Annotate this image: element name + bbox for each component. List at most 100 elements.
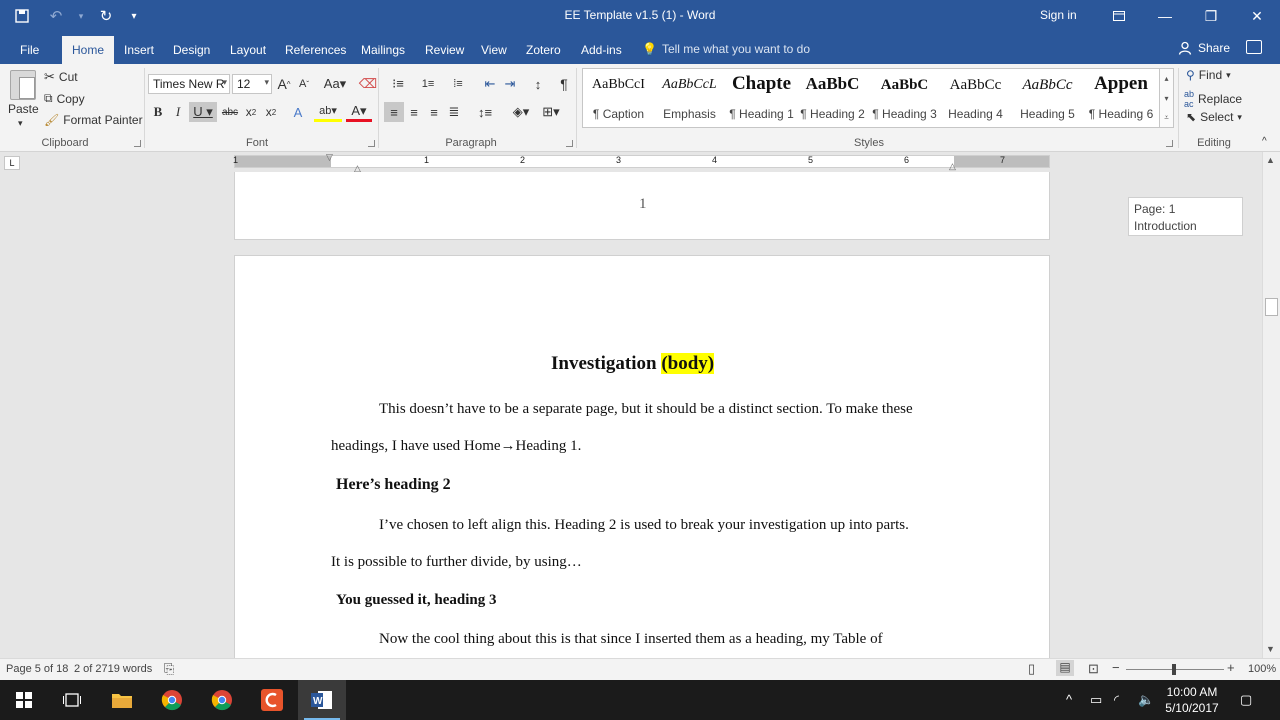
tab-view[interactable]: View: [481, 36, 507, 64]
minimize-icon[interactable]: —: [1142, 0, 1188, 32]
tell-me-box[interactable]: 💡 Tell me what you want to do: [642, 42, 810, 56]
scroll-down-icon[interactable]: ▼: [1266, 644, 1275, 654]
paragraph-launcher-icon[interactable]: [566, 140, 573, 147]
style-caption[interactable]: AaBbCcI ¶ Caption: [583, 69, 654, 127]
align-left-icon[interactable]: ≡: [384, 102, 404, 122]
strikethrough-icon[interactable]: abc: [220, 102, 240, 122]
scrollbar-thumb[interactable]: [1265, 298, 1278, 316]
share-button[interactable]: Share: [1178, 41, 1230, 55]
increase-indent-icon[interactable]: ⇥: [500, 74, 520, 94]
justify-icon[interactable]: ≣: [444, 102, 464, 122]
zoom-slider-thumb[interactable]: [1172, 664, 1176, 675]
task-view-icon[interactable]: [48, 680, 96, 720]
read-mode-icon[interactable]: ▯: [1028, 661, 1035, 677]
paste-icon[interactable]: [10, 70, 36, 100]
bold-icon[interactable]: B: [148, 102, 168, 122]
show-hidden-icons-icon[interactable]: ^: [1066, 692, 1072, 707]
tab-selector-icon[interactable]: L: [4, 156, 20, 170]
style-heading-3[interactable]: AaBbC ¶ Heading 3: [869, 69, 940, 127]
decrease-indent-icon[interactable]: ⇤: [480, 74, 500, 94]
shading-icon[interactable]: ◈▾: [508, 102, 534, 122]
tab-home[interactable]: Home: [62, 36, 115, 64]
tab-review[interactable]: Review: [425, 36, 464, 64]
chrome-icon[interactable]: [148, 680, 196, 720]
page-count[interactable]: Page 5 of 18: [6, 663, 68, 675]
bullets-icon[interactable]: ⁝≡: [384, 74, 412, 94]
tab-references[interactable]: References: [285, 36, 346, 64]
sort-icon[interactable]: ↕: [528, 74, 548, 94]
clipboard-launcher-icon[interactable]: [134, 140, 141, 147]
styles-launcher-icon[interactable]: [1166, 140, 1173, 147]
underline-icon[interactable]: U ▾: [189, 102, 217, 122]
battery-icon[interactable]: ▭: [1090, 692, 1102, 708]
paste-button[interactable]: Paste: [8, 102, 39, 116]
tab-add-ins[interactable]: Add-ins: [581, 36, 622, 64]
chevron-down-icon[interactable]: ▾: [1160, 89, 1173, 109]
style-heading-6[interactable]: Appen ¶ Heading 6: [1083, 69, 1159, 127]
shrink-font-icon[interactable]: Aˇ: [294, 74, 314, 94]
numbering-icon[interactable]: 1≡: [414, 74, 442, 94]
change-case-icon[interactable]: Aa▾: [322, 74, 348, 94]
style-heading-5[interactable]: AaBbCc Heading 5: [1012, 69, 1083, 127]
clear-formatting-icon[interactable]: ⌫: [358, 74, 378, 94]
print-layout-icon[interactable]: ▤: [1056, 660, 1074, 676]
subscript-icon[interactable]: x2: [241, 102, 261, 122]
font-launcher-icon[interactable]: [368, 140, 375, 147]
word-count[interactable]: 2 of 2719 words: [74, 663, 152, 675]
find-button[interactable]: ⚲ Find ▾: [1186, 68, 1231, 82]
tab-layout[interactable]: Layout: [230, 36, 266, 64]
paste-dropdown-icon[interactable]: ▾: [18, 118, 23, 129]
web-layout-icon[interactable]: ⊡: [1088, 661, 1099, 677]
camtasia-icon[interactable]: [248, 680, 296, 720]
font-family-combo[interactable]: Times New R ▾: [148, 74, 230, 94]
word-app-icon[interactable]: W: [298, 680, 346, 720]
zoom-level[interactable]: 100%: [1248, 663, 1276, 675]
save-icon[interactable]: [8, 2, 36, 30]
tab-file[interactable]: File: [20, 36, 39, 64]
volume-icon[interactable]: 🔈: [1138, 692, 1154, 708]
wifi-icon[interactable]: ◜: [1114, 692, 1119, 708]
show-paragraph-marks-icon[interactable]: ¶: [554, 74, 574, 94]
undo-dropdown-icon[interactable]: ▾: [76, 2, 86, 30]
tab-mailings[interactable]: Mailings: [361, 36, 405, 64]
close-icon[interactable]: ✕: [1234, 0, 1280, 32]
align-center-icon[interactable]: ≡: [404, 102, 424, 122]
chrome-icon[interactable]: [198, 680, 246, 720]
vertical-scrollbar[interactable]: ▲ ▼: [1262, 152, 1280, 658]
style-emphasis[interactable]: AaBbCcL Emphasis: [654, 69, 725, 127]
previous-page[interactable]: 1: [234, 172, 1050, 240]
comments-icon[interactable]: [1246, 40, 1262, 54]
proofing-icon[interactable]: ⎘: [164, 661, 174, 677]
collapse-ribbon-icon[interactable]: ^: [1262, 136, 1267, 147]
tab-zotero[interactable]: Zotero: [526, 36, 561, 64]
highlight-color-icon[interactable]: ab▾: [314, 102, 342, 122]
align-right-icon[interactable]: ≡: [424, 102, 444, 122]
borders-icon[interactable]: ⊞▾: [538, 102, 564, 122]
style-heading-1[interactable]: Chapte ¶ Heading 1: [726, 69, 797, 127]
restore-icon[interactable]: ❐: [1188, 0, 1234, 32]
redo-icon[interactable]: ↻: [92, 2, 120, 30]
notifications-icon[interactable]: ▢: [1240, 692, 1252, 708]
italic-icon[interactable]: I: [168, 102, 188, 122]
replace-button[interactable]: ab ac Replace: [1184, 89, 1242, 109]
superscript-icon[interactable]: x2: [261, 102, 281, 122]
current-page[interactable]: Investigation (body) This doesn’t have t…: [234, 255, 1050, 658]
zoom-in-icon[interactable]: +: [1227, 660, 1235, 675]
tab-insert[interactable]: Insert: [124, 36, 154, 64]
zoom-out-icon[interactable]: −: [1112, 660, 1120, 675]
windows-start-icon[interactable]: [0, 680, 48, 720]
ribbon-display-options-icon[interactable]: [1096, 0, 1142, 32]
cut-button[interactable]: ✂ Cut: [44, 69, 78, 85]
customize-qat-icon[interactable]: ▾: [126, 2, 142, 30]
style-heading-4[interactable]: AaBbCc Heading 4: [940, 69, 1011, 127]
style-heading-2[interactable]: AaBbC ¶ Heading 2: [797, 69, 868, 127]
font-color-icon[interactable]: A▾: [346, 102, 372, 122]
chevron-up-icon[interactable]: ▴: [1160, 69, 1173, 89]
more-styles-icon[interactable]: ⩡: [1160, 109, 1173, 127]
select-button[interactable]: ⬉ Select ▾: [1186, 110, 1242, 124]
scroll-up-icon[interactable]: ▲: [1266, 155, 1275, 165]
right-indent-marker[interactable]: △: [949, 161, 956, 172]
format-painter-button[interactable]: 🖌 Format Painter: [44, 113, 143, 127]
line-spacing-icon[interactable]: ↕≡: [472, 102, 498, 122]
sign-in-link[interactable]: Sign in: [1040, 8, 1077, 22]
